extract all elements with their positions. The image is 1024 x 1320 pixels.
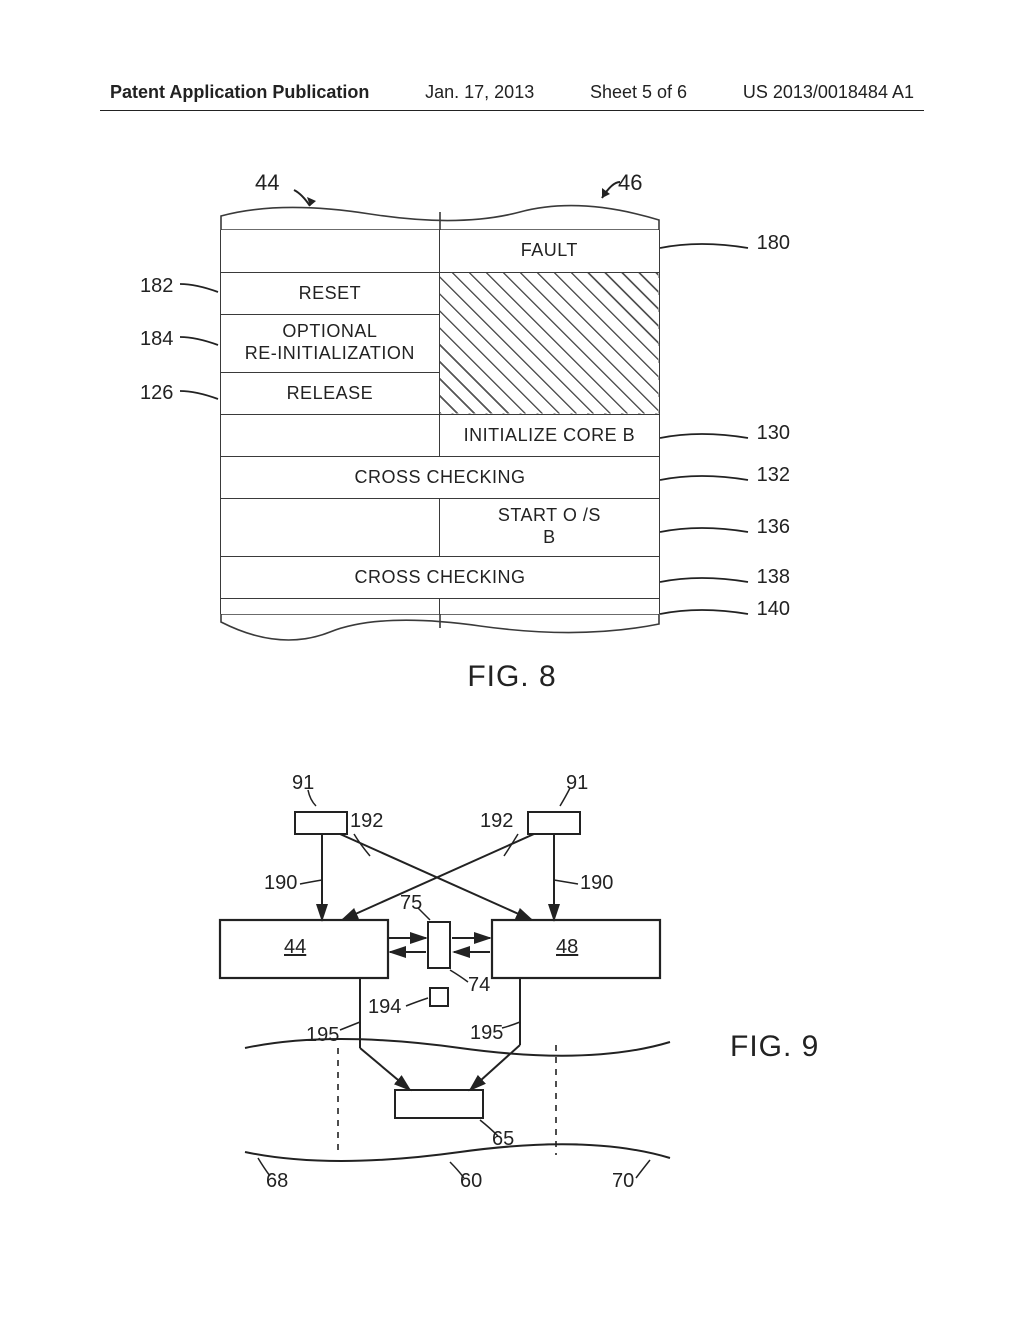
cell-fault: FAULT (439, 230, 659, 272)
leader-182 (178, 282, 220, 296)
ref-num-138: 138 (757, 566, 790, 589)
ref-num-182: 182 (140, 275, 173, 298)
sheet-number: Sheet 5 of 6 (590, 82, 687, 103)
cell-startos-line2: B (543, 527, 556, 547)
ref-num-91a: 91 (292, 772, 314, 795)
cell-cross-checking-1: CROSS CHECKING (221, 456, 660, 498)
torn-edge-top (220, 202, 660, 230)
cell-optional-line1: OPTIONAL (282, 321, 377, 341)
cell-cross-checking-2: CROSS CHECKING (221, 556, 660, 598)
leader-184 (178, 335, 220, 349)
leader-136 (660, 526, 750, 538)
ref-num-184: 184 (140, 328, 173, 351)
ref-num-70: 70 (612, 1170, 634, 1193)
cell-thin-right (439, 598, 659, 614)
ref-num-140: 140 (757, 598, 790, 621)
ref-num-192a: 192 (350, 810, 383, 833)
leader-138 (660, 576, 750, 588)
cell-start-os-b: START O /S B (439, 498, 659, 556)
cell-empty-left-startos (221, 498, 440, 556)
ref-num-190b: 190 (580, 872, 613, 895)
cell-optional-line2: RE-INITIALIZATION (245, 343, 415, 363)
figure-8: 44 46 FAULT RESET (140, 170, 860, 690)
ref-num-60: 60 (460, 1170, 482, 1193)
page-header: Patent Application Publication Jan. 17, … (110, 82, 914, 103)
cell-empty-top-left (221, 230, 440, 272)
cell-hatched (439, 272, 659, 414)
leader-126 (178, 389, 220, 403)
ref-num-65: 65 (492, 1128, 514, 1151)
ref-num-91b: 91 (566, 772, 588, 795)
leader-46 (594, 180, 622, 202)
document-number: US 2013/0018484 A1 (743, 82, 914, 103)
ref-num-44: 44 (284, 936, 306, 959)
leader-180 (660, 242, 750, 254)
publication-label: Patent Application Publication (110, 82, 369, 103)
ref-num-194: 194 (368, 996, 401, 1019)
figure-8-caption: FIG. 8 (0, 660, 1024, 694)
fig8-table: FAULT RESET OPTIONAL RE-INITIALIZATION R… (220, 230, 660, 614)
cell-reset: RESET (221, 272, 440, 314)
cell-startos-line1: START O /S (498, 505, 601, 525)
ref-num-48: 48 (556, 936, 578, 959)
ref-num-195b: 195 (470, 1022, 503, 1045)
ref-num-126: 126 (140, 382, 173, 405)
ref-num-190a: 190 (264, 872, 297, 895)
leader-132 (660, 474, 750, 486)
header-rule (100, 110, 924, 111)
torn-edge-bottom (220, 614, 660, 642)
figure-9-caption: FIG. 9 (730, 1030, 819, 1064)
ref-num-136: 136 (757, 516, 790, 539)
publication-date: Jan. 17, 2013 (425, 82, 534, 103)
ref-num-195a: 195 (306, 1024, 339, 1047)
cell-empty-left-initcore (221, 414, 440, 456)
cell-init-core-b: INITIALIZE CORE B (439, 414, 659, 456)
ref-num-180: 180 (757, 232, 790, 255)
ref-num-74: 74 (468, 974, 490, 997)
ref-num-68: 68 (266, 1170, 288, 1193)
ref-num-75: 75 (400, 892, 422, 915)
ref-num-130: 130 (757, 422, 790, 445)
cell-release: RELEASE (221, 372, 440, 414)
leader-140 (660, 608, 750, 620)
figure-9: 91 91 192 192 190 190 44 48 75 74 194 19… (210, 770, 710, 1200)
figure-9-svg (210, 770, 710, 1200)
ref-num-192b: 192 (480, 810, 513, 833)
ref-num-132: 132 (757, 464, 790, 487)
ref-num-44-top: 44 (255, 170, 279, 196)
fig8-table-wrapper: FAULT RESET OPTIONAL RE-INITIALIZATION R… (220, 202, 660, 642)
cell-thin-left (221, 598, 440, 614)
cell-optional-reinit: OPTIONAL RE-INITIALIZATION (221, 314, 440, 372)
leader-130 (660, 432, 750, 444)
